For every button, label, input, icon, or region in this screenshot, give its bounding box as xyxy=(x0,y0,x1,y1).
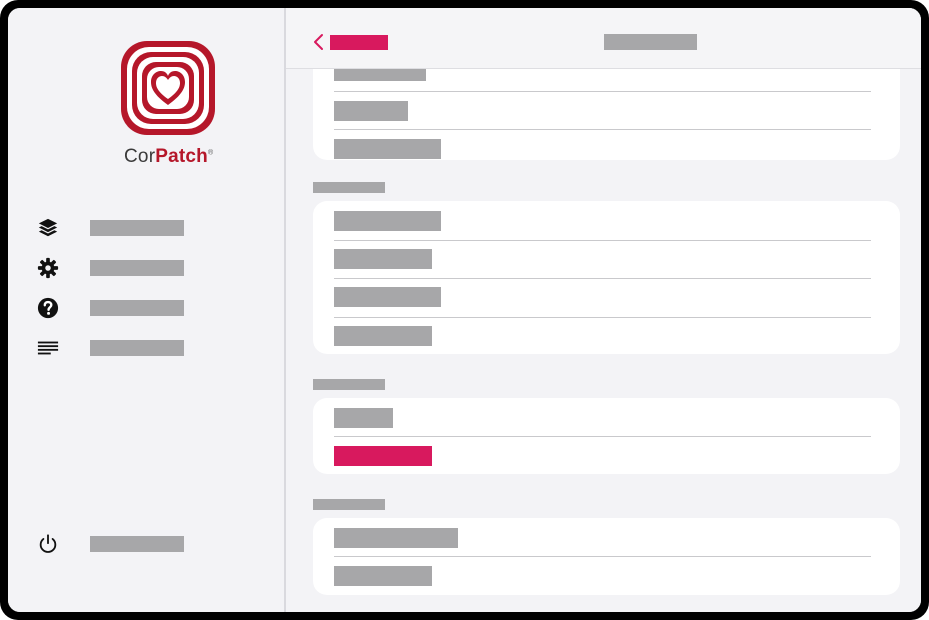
divider xyxy=(334,91,871,92)
list-item[interactable] xyxy=(334,408,393,428)
sidebar-item-label xyxy=(90,340,184,356)
divider xyxy=(334,240,871,241)
section-label xyxy=(313,499,385,510)
sidebar-item-layers[interactable] xyxy=(36,216,184,240)
list-item[interactable] xyxy=(334,139,441,159)
screen: CorPatch® xyxy=(8,8,921,612)
sidebar: CorPatch® xyxy=(8,8,286,612)
sidebar-item-log[interactable] xyxy=(36,336,184,360)
sidebar-item-label xyxy=(90,220,184,236)
section-card xyxy=(313,201,900,354)
divider xyxy=(334,317,871,318)
list-item[interactable] xyxy=(334,287,441,307)
menu-lines-icon xyxy=(36,336,60,360)
section-card xyxy=(313,518,900,595)
power-icon xyxy=(36,532,60,556)
list-item-active[interactable] xyxy=(334,446,432,466)
brand-part-cor: Cor xyxy=(124,146,156,167)
divider xyxy=(334,556,871,557)
sidebar-item-label xyxy=(90,300,184,316)
sidebar-item-label xyxy=(90,536,184,552)
main-panel xyxy=(286,8,921,612)
page-title xyxy=(604,34,697,50)
sidebar-item-power[interactable] xyxy=(36,532,184,556)
section-label xyxy=(313,379,385,390)
divider xyxy=(334,436,871,437)
list-item[interactable] xyxy=(334,101,408,121)
layers-icon xyxy=(36,216,60,240)
sidebar-item-help[interactable] xyxy=(36,296,184,320)
list-item[interactable] xyxy=(334,211,441,231)
list-item[interactable] xyxy=(334,566,432,586)
list-item[interactable] xyxy=(334,249,432,269)
registered-mark: ® xyxy=(207,149,214,157)
header xyxy=(286,8,921,69)
brand-part-patch: Patch xyxy=(155,146,208,167)
sidebar-item-settings[interactable] xyxy=(36,256,184,280)
back-button[interactable] xyxy=(330,35,388,50)
device-frame: CorPatch® xyxy=(0,0,929,620)
list-item[interactable] xyxy=(334,326,432,346)
section-label xyxy=(313,182,385,193)
sidebar-item-label xyxy=(90,260,184,276)
divider xyxy=(334,278,871,279)
chevron-left-icon[interactable] xyxy=(312,33,324,56)
divider xyxy=(334,129,871,130)
settings-list xyxy=(286,28,921,612)
list-item[interactable] xyxy=(334,528,458,548)
gear-icon xyxy=(36,256,60,280)
corpatch-logo xyxy=(121,41,215,135)
help-icon xyxy=(36,296,60,320)
brand-name: CorPatch® xyxy=(124,146,213,168)
section-card xyxy=(313,398,900,474)
